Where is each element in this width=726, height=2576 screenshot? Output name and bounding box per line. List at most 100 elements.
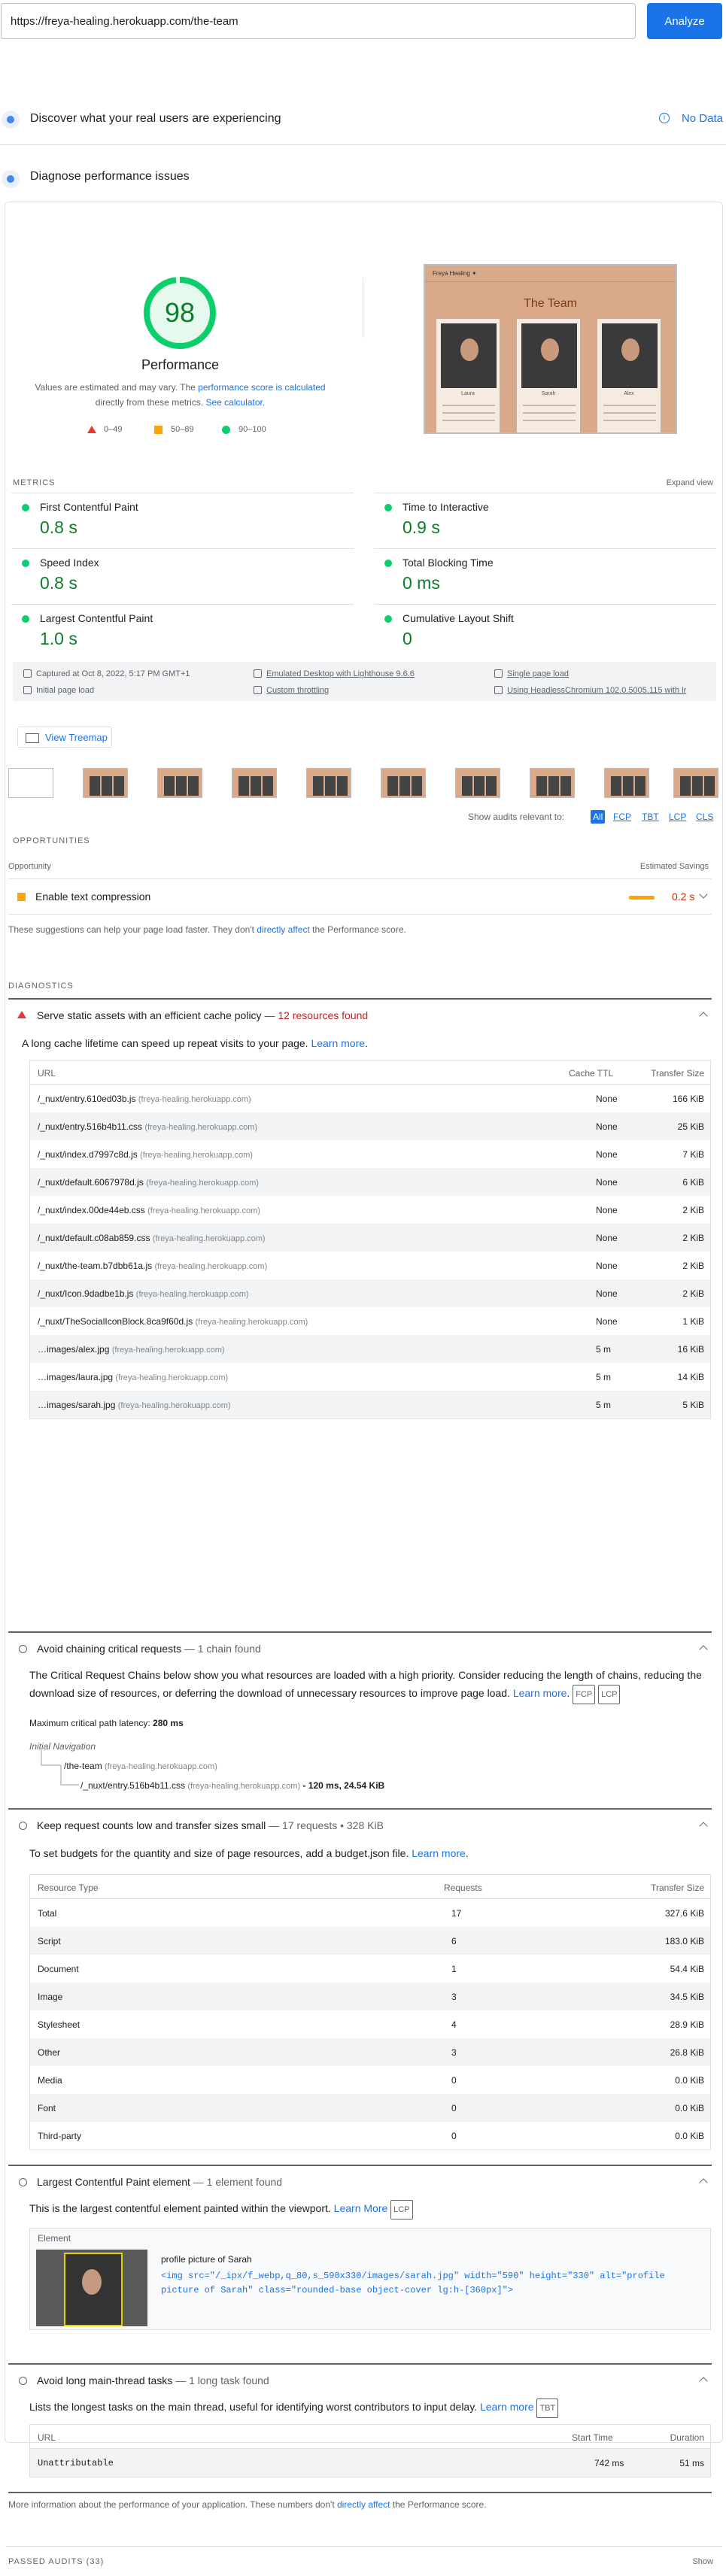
screenshot-card: Alex: [597, 318, 661, 432]
diagnose-title: Diagnose performance issues: [30, 170, 190, 183]
filmstrip-frame: [455, 768, 500, 798]
table-row: Stylesheet 4 28.9 KiB: [38, 2019, 704, 2030]
person-icon: [494, 669, 503, 678]
learn-more-link[interactable]: Learn more: [513, 1687, 567, 1699]
filter-tbt[interactable]: TBT: [639, 810, 661, 824]
crux-title: Discover what your real users are experi…: [30, 112, 281, 125]
chain-tree-lines: [41, 1750, 79, 1786]
table-header: URL Start Time Duration: [30, 2425, 710, 2449]
session-info[interactable]: Single page load: [494, 669, 569, 678]
resource-url[interactable]: /_nuxt/Icon.9dadbe1b.js: [38, 1288, 133, 1299]
directly-affect-link[interactable]: directly affect: [257, 924, 309, 935]
fail-icon: [17, 1011, 26, 1018]
audit-critical-chains[interactable]: Avoid chaining critical requests — 1 cha…: [8, 1631, 712, 1664]
resource-url[interactable]: …images/sarah.jpg: [38, 1400, 115, 1410]
audit-filter-label: Show audits relevant to:: [468, 812, 565, 822]
throttling-info[interactable]: Custom throttling: [254, 686, 329, 695]
chevron-up-icon: [699, 2377, 708, 2386]
metric-fcp: First Contentful Paint 0.8 s: [11, 493, 354, 548]
table-row: …images/alex.jpg (freya-healing.herokuap…: [30, 1335, 710, 1363]
pass-icon: [22, 615, 29, 623]
opportunity-text-compression[interactable]: Enable text compression 0.2 s: [8, 878, 712, 915]
audit-long-tasks[interactable]: Avoid long main-thread tasks — 1 long ta…: [8, 2363, 712, 2396]
crux-icon: [2, 111, 20, 129]
runtime-settings: Captured at Oct 8, 2022, 5:17 PM GMT+1 E…: [13, 662, 716, 701]
resource-url[interactable]: /_nuxt/default.6067978d.js: [38, 1177, 144, 1188]
passed-audits-row[interactable]: PASSED AUDITS (33) Show: [5, 2546, 722, 2576]
resource-url[interactable]: /_nuxt/default.c08ab859.css: [38, 1233, 150, 1243]
resource-url[interactable]: /_nuxt/entry.516b4b11.css: [38, 1121, 142, 1132]
pass-icon: [384, 560, 392, 567]
filter-fcp[interactable]: FCP: [611, 810, 633, 824]
opportunity-column-header: Opportunity Estimated Savings: [8, 862, 709, 871]
table-row: /_nuxt/entry.610ed03b.js (freya-healing.…: [38, 1094, 704, 1104]
table-row: Document 1 54.4 KiB: [38, 1964, 704, 1974]
table-row: /_nuxt/default.c08ab859.css (freya-heali…: [30, 1224, 710, 1252]
resource-url[interactable]: …images/alex.jpg: [38, 1344, 109, 1355]
longtasks-description: Lists the longest tasks on the main thre…: [29, 2398, 559, 2418]
legend-pass: 90–100: [238, 425, 266, 434]
table-row: …images/sarah.jpg (freya-healing.herokua…: [30, 1391, 710, 1418]
chains-description: The Critical Request Chains below show y…: [29, 1666, 703, 1704]
calculator-link[interactable]: See calculator.: [205, 397, 265, 408]
url-bar: Analyze: [0, 0, 726, 44]
filter-lcp[interactable]: LCP: [667, 810, 688, 824]
chain-child: /_nuxt/entry.516b4b11.css (freya-healing…: [80, 1780, 385, 1791]
expand-view-toggle[interactable]: Expand view: [667, 478, 713, 487]
savings-bar: [629, 896, 655, 900]
filmstrip-frame: [8, 768, 53, 798]
resource-url[interactable]: /_nuxt/the-team.b7dbb61a.js: [38, 1261, 152, 1271]
device-info[interactable]: Emulated Desktop with Lighthouse 9.6.6: [254, 669, 415, 678]
learn-more-link[interactable]: Learn More: [334, 2202, 388, 2214]
learn-more-link[interactable]: Learn more: [480, 2401, 534, 2413]
filmstrip-frame: [232, 768, 277, 798]
show-passed-button[interactable]: Show: [692, 2557, 713, 2566]
learn-more-link[interactable]: Learn more: [412, 1847, 466, 1859]
filter-cls[interactable]: CLS: [694, 810, 715, 824]
filmstrip-frame: [673, 768, 718, 798]
info-circle-icon: [19, 1645, 27, 1653]
directly-affect-link[interactable]: directly affect: [337, 2499, 390, 2510]
table-row: /_nuxt/TheSocialIconBlock.8ca9f60d.js (f…: [38, 1316, 704, 1327]
requests-table: Resource Type Requests Transfer Size Tot…: [29, 1874, 711, 2150]
element-column-label: Element: [38, 2233, 71, 2244]
filter-all[interactable]: All: [591, 810, 606, 824]
table-header: Resource Type Requests Transfer Size: [30, 1875, 710, 1899]
table-row: Unattributable 742 ms 51 ms: [30, 2449, 710, 2477]
crux-section[interactable]: Discover what your real users are experi…: [0, 102, 726, 145]
laptop-icon: [254, 669, 262, 678]
lighthouse-report: 98 Performance Values are estimated and …: [5, 202, 723, 2566]
resource-url[interactable]: /_nuxt/entry.610ed03b.js: [38, 1094, 136, 1104]
learn-more-link[interactable]: Learn more: [311, 1037, 365, 1049]
audit-lcp-element[interactable]: Largest Contentful Paint element — 1 ele…: [8, 2165, 712, 2198]
pass-icon: [22, 560, 29, 567]
table-row: /_nuxt/Icon.9dadbe1b.js (freya-healing.h…: [30, 1279, 710, 1307]
browser-info[interactable]: Using HeadlessChromium 102.0.5005.115 wi…: [494, 686, 686, 695]
audit-request-counts[interactable]: Keep request counts low and transfer siz…: [8, 1808, 712, 1841]
filmstrip-frame: [381, 768, 426, 798]
resource-url[interactable]: /_nuxt/index.d7997c8d.js: [38, 1149, 138, 1160]
calendar-icon: [23, 669, 32, 678]
metrics-heading: METRICS: [13, 478, 56, 487]
chrome-icon: [494, 686, 503, 694]
analyze-button[interactable]: Analyze: [647, 3, 722, 39]
table-row: Image 3 34.5 KiB: [30, 1983, 710, 2010]
metric-tbt: Total Blocking Time 0 ms: [374, 548, 716, 604]
chevron-up-icon: [699, 1645, 708, 1654]
table-row: /_nuxt/index.00de44eb.css (freya-healing…: [38, 1205, 704, 1215]
resource-url[interactable]: /_nuxt/index.00de44eb.css: [38, 1205, 145, 1215]
score-label: Performance: [141, 357, 220, 372]
fail-icon: [87, 426, 96, 433]
view-treemap-button[interactable]: View Treemap: [17, 727, 112, 748]
cache-description: A long cache lifetime can speed up repea…: [22, 1037, 368, 1049]
filmstrip-frame: [306, 768, 351, 798]
screenshot-card: Laura: [436, 318, 500, 432]
table-row: Third-party 0 0.0 KiB: [38, 2131, 704, 2141]
audit-cache-policy[interactable]: Serve static assets with an efficient ca…: [8, 998, 712, 1031]
url-input[interactable]: [1, 3, 636, 39]
info-icon: i: [659, 113, 670, 123]
resource-url[interactable]: /_nuxt/TheSocialIconBlock.8ca9f60d.js: [38, 1316, 193, 1327]
info-circle-icon: [19, 2178, 27, 2186]
resource-url[interactable]: …images/laura.jpg: [38, 1372, 113, 1382]
score-calc-link[interactable]: performance score is calculated: [198, 382, 325, 393]
